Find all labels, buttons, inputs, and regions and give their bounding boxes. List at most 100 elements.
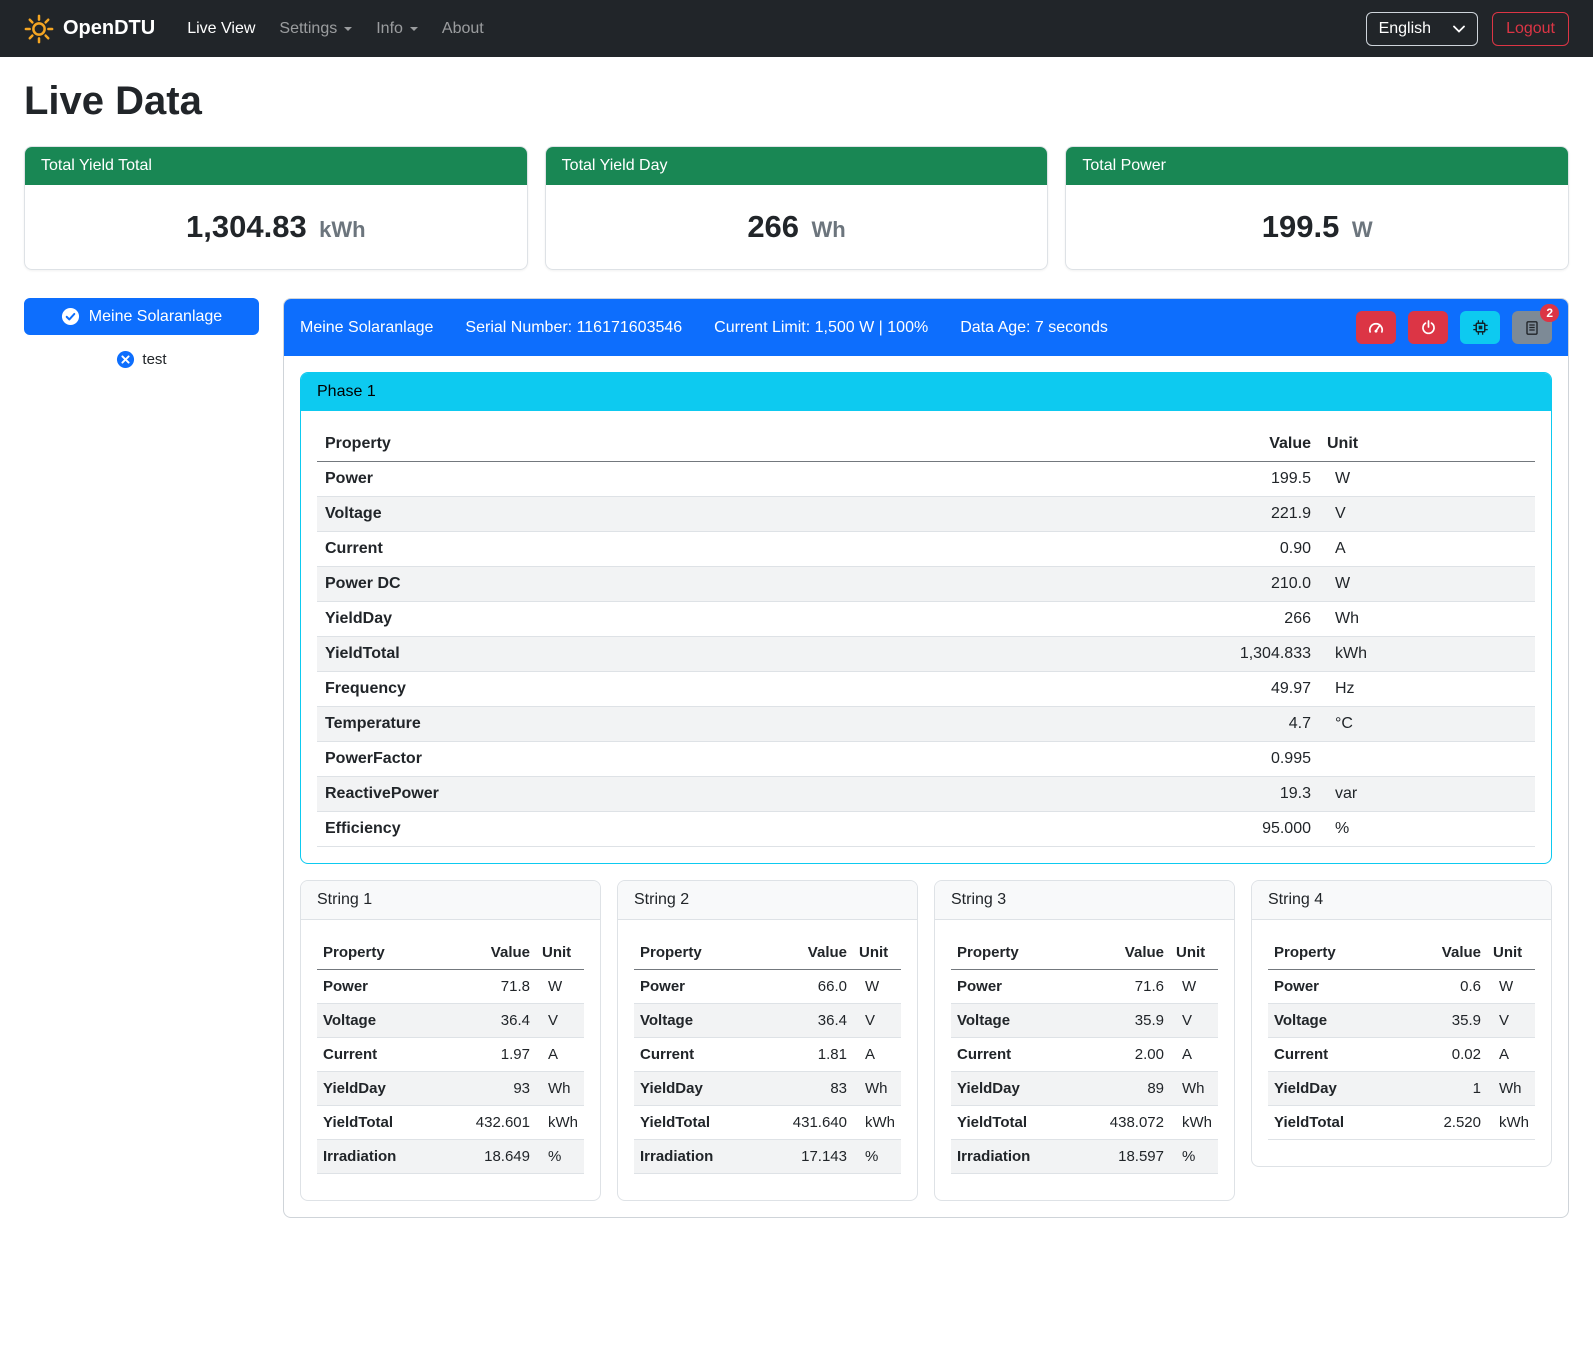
property-name: PowerFactor bbox=[317, 742, 1209, 777]
table-row: Power DC 210.0 W bbox=[317, 567, 1535, 602]
property-value: 431.640 bbox=[779, 1106, 853, 1140]
property-value: 66.0 bbox=[779, 970, 853, 1004]
property-name: Irradiation bbox=[951, 1140, 1096, 1174]
property-name: YieldDay bbox=[1268, 1072, 1413, 1106]
property-value: 199.5 bbox=[1209, 462, 1319, 497]
property-value: 95.000 bbox=[1209, 812, 1319, 847]
language-select-value: English bbox=[1379, 20, 1431, 38]
table-row: Current 1.81 A bbox=[634, 1038, 901, 1072]
property-unit: kWh bbox=[536, 1106, 584, 1140]
table-row: Voltage 36.4 V bbox=[634, 1004, 901, 1038]
property-value: 1 bbox=[1413, 1072, 1487, 1106]
nav-info[interactable]: Info bbox=[364, 12, 430, 46]
page-container: Live Data Total Yield Total 1,304.83 kWh… bbox=[0, 57, 1593, 1246]
property-value: 19.3 bbox=[1209, 777, 1319, 812]
inverter-select-label: Meine Solaranlage bbox=[89, 308, 222, 326]
property-value: 35.9 bbox=[1096, 1004, 1170, 1038]
nav-settings[interactable]: Settings bbox=[267, 12, 364, 46]
property-value: 18.649 bbox=[462, 1140, 536, 1174]
brand[interactable]: OpenDTU bbox=[24, 14, 155, 44]
inverter-name: Meine Solaranlage bbox=[300, 319, 433, 337]
power-icon bbox=[1420, 319, 1437, 336]
property-unit: % bbox=[1170, 1140, 1218, 1174]
property-value: 432.601 bbox=[462, 1106, 536, 1140]
property-value: 221.9 bbox=[1209, 497, 1319, 532]
property-unit: V bbox=[1319, 497, 1535, 532]
table-row: Voltage 35.9 V bbox=[951, 1004, 1218, 1038]
logout-button[interactable]: Logout bbox=[1492, 12, 1569, 46]
property-value: 4.7 bbox=[1209, 707, 1319, 742]
limit-settings-button[interactable] bbox=[1356, 311, 1396, 344]
language-select[interactable]: English bbox=[1366, 12, 1478, 46]
cpu-icon bbox=[1472, 319, 1489, 336]
string-table: Property Value Unit Power bbox=[634, 936, 901, 1174]
string-card-title: String 1 bbox=[301, 881, 600, 920]
column-header-property: Property bbox=[317, 936, 462, 970]
property-name: Irradiation bbox=[317, 1140, 462, 1174]
table-row: Irradiation 17.143 % bbox=[634, 1140, 901, 1174]
property-unit: W bbox=[1487, 970, 1535, 1004]
property-name: Irradiation bbox=[634, 1140, 779, 1174]
property-unit: W bbox=[1170, 970, 1218, 1004]
power-button[interactable] bbox=[1408, 311, 1448, 344]
property-name: Voltage bbox=[317, 497, 1209, 532]
property-unit: A bbox=[853, 1038, 901, 1072]
property-unit: V bbox=[1487, 1004, 1535, 1038]
property-name: YieldTotal bbox=[951, 1106, 1096, 1140]
property-unit: Wh bbox=[1487, 1072, 1535, 1106]
nav-about[interactable]: About bbox=[430, 12, 496, 46]
property-name: Voltage bbox=[951, 1004, 1096, 1038]
summary-card-total-power: Total Power 199.5 W bbox=[1065, 146, 1569, 270]
phase-1-card: Phase 1 Property Value Unit bbox=[300, 372, 1552, 864]
string-card-title: String 3 bbox=[935, 881, 1234, 920]
table-row: Current 2.00 A bbox=[951, 1038, 1218, 1072]
property-name: Power bbox=[1268, 970, 1413, 1004]
inverter-card-header: Meine Solaranlage Serial Number: 1161716… bbox=[284, 299, 1568, 356]
table-row: Irradiation 18.649 % bbox=[317, 1140, 584, 1174]
inverter-card-body: Phase 1 Property Value Unit bbox=[284, 356, 1568, 1217]
property-value: 2.00 bbox=[1096, 1038, 1170, 1072]
property-name: Voltage bbox=[634, 1004, 779, 1038]
table-row: Current 0.02 A bbox=[1268, 1038, 1535, 1072]
summary-card-total-yield-day: Total Yield Day 266 Wh bbox=[545, 146, 1049, 270]
property-value: 0.90 bbox=[1209, 532, 1319, 567]
summary-card-unit: Wh bbox=[812, 217, 846, 242]
string-1-card: String 1 Property Value Unit bbox=[300, 880, 601, 1201]
table-row: Power 199.5 W bbox=[317, 462, 1535, 497]
property-name: Power bbox=[317, 970, 462, 1004]
inverter-select-test[interactable]: test bbox=[24, 350, 259, 369]
inverter-actions: 2 bbox=[1356, 311, 1552, 344]
column-header-unit: Unit bbox=[1487, 936, 1535, 970]
property-name: YieldTotal bbox=[1268, 1106, 1413, 1140]
table-header-row: Property Value Unit bbox=[317, 936, 584, 970]
string-4-card: String 4 Property Value Unit bbox=[1251, 880, 1552, 1167]
property-name: Frequency bbox=[317, 672, 1209, 707]
table-row: Irradiation 18.597 % bbox=[951, 1140, 1218, 1174]
table-row: Frequency 49.97 Hz bbox=[317, 672, 1535, 707]
property-unit: % bbox=[853, 1140, 901, 1174]
event-log-button[interactable]: 2 bbox=[1512, 311, 1552, 344]
inverter-card: Meine Solaranlage Serial Number: 1161716… bbox=[283, 298, 1569, 1218]
column-header-unit: Unit bbox=[536, 936, 584, 970]
property-unit: °C bbox=[1319, 707, 1535, 742]
table-row: Temperature 4.7 °C bbox=[317, 707, 1535, 742]
property-value: 49.97 bbox=[1209, 672, 1319, 707]
property-unit: % bbox=[536, 1140, 584, 1174]
property-value: 0.995 bbox=[1209, 742, 1319, 777]
property-name: Current bbox=[317, 532, 1209, 567]
string-card-body: Property Value Unit Power bbox=[935, 920, 1234, 1200]
property-unit: var bbox=[1319, 777, 1535, 812]
table-header-row: Property Value Unit bbox=[951, 936, 1218, 970]
table-row: YieldDay 89 Wh bbox=[951, 1072, 1218, 1106]
summary-card-value: 1,304.83 bbox=[186, 209, 307, 244]
table-row: Power 66.0 W bbox=[634, 970, 901, 1004]
nav-live-view[interactable]: Live View bbox=[175, 12, 267, 46]
column-header-value: Value bbox=[1096, 936, 1170, 970]
column-header-unit: Unit bbox=[1170, 936, 1218, 970]
summary-cards-row: Total Yield Total 1,304.83 kWh Total Yie… bbox=[24, 146, 1569, 270]
table-row: YieldDay 1 Wh bbox=[1268, 1072, 1535, 1106]
property-name: Voltage bbox=[317, 1004, 462, 1038]
device-info-button[interactable] bbox=[1460, 311, 1500, 344]
inverter-select-meine-solaranlage[interactable]: Meine Solaranlage bbox=[24, 298, 259, 335]
property-value: 438.072 bbox=[1096, 1106, 1170, 1140]
